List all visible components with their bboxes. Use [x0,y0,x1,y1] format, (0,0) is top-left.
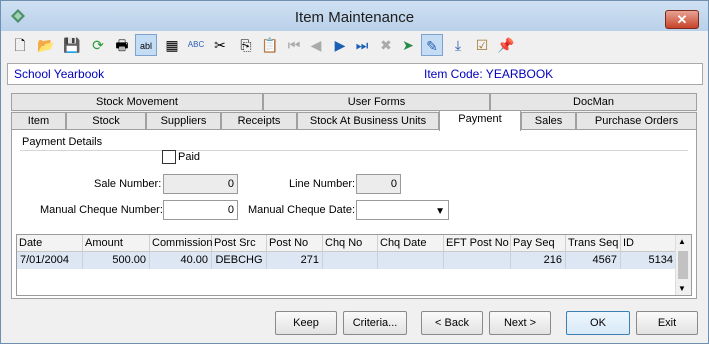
cell-date[interactable]: 7/01/2004 [17,252,83,269]
tab-payment[interactable]: Payment [439,110,521,131]
column-header-chq-no[interactable]: Chq No [323,235,378,252]
tab-user-forms[interactable]: User Forms [263,93,490,111]
column-header-pay-seq[interactable]: Pay Seq [511,235,566,252]
pin-icon[interactable]: 📌 [495,34,517,56]
manual-cheque-date-dropdown[interactable]: ▼ [356,200,449,220]
paid-label: Paid [178,151,201,163]
line-number-label: Line Number: [289,178,356,190]
spellcheck-icon[interactable]: ABC [185,34,207,56]
cell-post-no[interactable]: 271 [267,252,323,269]
column-header-commission[interactable]: Commission [150,235,213,252]
scroll-thumb[interactable] [678,251,688,279]
tab-stock[interactable]: Stock [66,112,146,130]
item-maintenance-window: Item Maintenance ✕ 🗋 📂 💾 ⟳ 🖶 abl ▦ ABC ✂… [0,0,709,344]
column-header-amount[interactable]: Amount [83,235,150,252]
open-icon[interactable]: 📂 [35,34,57,56]
paste-icon[interactable]: 📋 [259,34,281,56]
item-name: School Yearbook [14,67,105,81]
ok-button[interactable]: OK [566,311,630,335]
payments-grid: Date Amount Commission Post Src Post No … [16,234,692,296]
text-field-icon[interactable]: abl [135,34,157,56]
cell-eft-post-no[interactable] [444,252,511,269]
window-title: Item Maintenance [294,9,415,26]
chevron-down-icon: ▼ [435,206,445,217]
edit-record-icon[interactable]: ✎ [421,34,443,56]
goto-icon[interactable]: ➤ [397,34,419,56]
next-button[interactable]: Next > [489,311,551,335]
column-header-chq-date[interactable]: Chq Date [378,235,444,252]
keep-button[interactable]: Keep [275,311,337,335]
download-icon[interactable]: ⤓ [447,34,469,56]
tab-stock-at-business-units[interactable]: Stock At Business Units [297,112,439,130]
cell-commission[interactable]: 40.00 [150,252,212,269]
title-bar: Item Maintenance ✕ [1,1,708,31]
column-header-post-src[interactable]: Post Src [212,235,267,252]
cell-id[interactable]: 5134 [621,252,677,269]
column-header-id[interactable]: ID [621,235,677,252]
close-button[interactable]: ✕ [665,10,699,29]
new-icon[interactable]: 🗋 [9,34,31,56]
item-code: Item Code: YEARBOOK [424,67,554,81]
line-number-field: 0 [356,174,401,194]
tab-purchase-orders[interactable]: Purchase Orders [576,112,697,130]
delete-icon[interactable]: ✖ [375,34,397,56]
back-button[interactable]: < Back [421,311,483,335]
cut-icon[interactable]: ✂ [209,34,231,56]
first-record-icon[interactable]: ⏮ [283,34,305,56]
clipboard-checklist-icon[interactable]: ☑ [471,34,493,56]
sale-number-field: 0 [163,174,238,194]
tab-item[interactable]: Item [11,112,66,130]
manual-cheque-date-label: Manual Cheque Date: [248,204,356,216]
cell-post-src[interactable]: DEBCHG [212,252,267,269]
manual-cheque-number-label: Manual Cheque Number: [40,204,163,216]
cell-chq-date[interactable] [378,252,444,269]
grid-vertical-scrollbar[interactable]: ▲ ▼ [675,235,691,295]
save-icon[interactable]: 💾 [61,34,83,56]
cell-chq-no[interactable] [323,252,378,269]
next-record-icon[interactable]: ▶ [329,34,351,56]
tab-docman[interactable]: DocMan [490,93,697,111]
previous-record-icon[interactable]: ◀ [305,34,327,56]
cell-pay-seq[interactable]: 216 [511,252,566,269]
column-header-eft-post-no[interactable]: EFT Post No [444,235,511,252]
criteria-button[interactable]: Criteria... [343,311,407,335]
toolbar: 🗋 📂 💾 ⟳ 🖶 abl ▦ ABC ✂ ⎘ 📋 ⏮ ◀ ▶ ⏭ ✖ ➤ ✎ … [7,33,707,59]
exit-button[interactable]: Exit [636,311,698,335]
cell-amount[interactable]: 500.00 [83,252,150,269]
scroll-up-icon[interactable]: ▲ [678,237,686,246]
column-header-trans-seq[interactable]: Trans Seq [566,235,621,252]
sale-number-label: Sale Number: [94,178,162,190]
payment-panel: Payment Details Paid Sale Number: 0 Line… [11,129,697,299]
manual-cheque-number-input[interactable]: 0 [163,200,238,220]
tab-suppliers[interactable]: Suppliers [146,112,221,130]
tab-sales[interactable]: Sales [521,112,576,130]
scroll-down-icon[interactable]: ▼ [678,284,686,293]
refresh-icon[interactable]: ⟳ [87,34,109,56]
paid-checkbox[interactable] [162,150,176,164]
print-icon[interactable]: 🖶 [111,34,133,56]
tab-stock-movement[interactable]: Stock Movement [11,93,263,111]
calculator-icon[interactable]: ▦ [161,34,183,56]
group-divider [20,150,688,151]
tab-receipts[interactable]: Receipts [221,112,297,130]
column-header-post-no[interactable]: Post No [267,235,323,252]
last-record-icon[interactable]: ⏭ [351,34,373,56]
column-header-date[interactable]: Date [17,235,83,252]
copy-icon[interactable]: ⎘ [235,34,257,56]
payment-details-heading: Payment Details [22,136,103,148]
item-info-bar: School Yearbook Item Code: YEARBOOK [7,63,703,85]
cell-trans-seq[interactable]: 4567 [566,252,621,269]
